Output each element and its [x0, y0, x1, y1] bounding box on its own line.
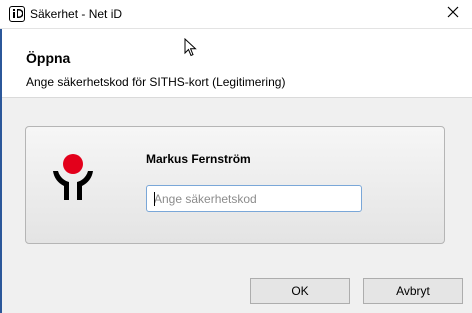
header-divider: [2, 97, 472, 98]
security-code-input[interactable]: [146, 185, 362, 212]
mouse-pointer-icon: [184, 37, 198, 63]
close-icon: [447, 5, 459, 23]
header-panel: Öppna Ange säkerhetskod för SITHS-kort (…: [2, 29, 472, 97]
cancel-button[interactable]: Avbryt: [363, 278, 463, 304]
text-caret: [154, 192, 155, 206]
ok-button[interactable]: OK: [250, 278, 350, 304]
security-dialog: Säkerhet - Net iD Öppna Ange säkerhetsko…: [0, 0, 472, 313]
title-bar[interactable]: Säkerhet - Net iD: [0, 0, 472, 29]
net-id-icon: [9, 6, 25, 22]
close-button[interactable]: [434, 0, 472, 28]
dialog-subtitle: Ange säkerhetskod för SITHS-kort (Legiti…: [26, 75, 286, 89]
credential-card: Markus Fernström: [25, 126, 445, 244]
user-name: Markus Fernström: [146, 152, 251, 166]
window-title: Säkerhet - Net iD: [30, 7, 123, 21]
siths-logo: [51, 154, 95, 205]
button-bar: OK Avbryt: [2, 264, 472, 313]
dialog-heading: Öppna: [26, 50, 71, 66]
